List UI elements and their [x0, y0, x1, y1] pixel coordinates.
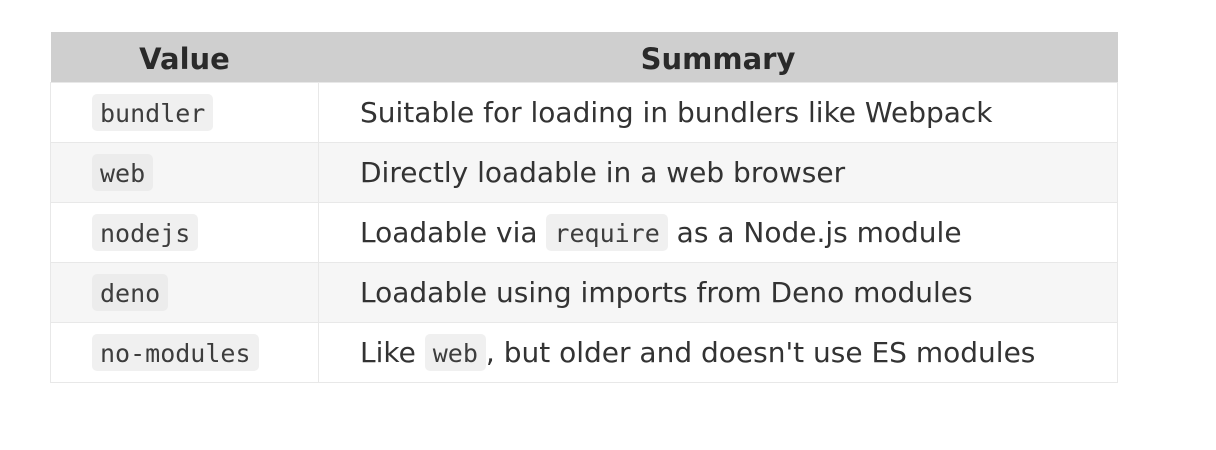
summary-cell: Loadable via require as a Node.js module: [318, 201, 1118, 263]
summary-cell: Loadable using imports from Deno modules: [318, 261, 1118, 323]
summary-column-header: Summary: [640, 41, 796, 76]
targets-table: Value Summary bundler Suitable for loadi…: [50, 32, 1118, 383]
summary-cell: Suitable for loading in bundlers like We…: [318, 81, 1118, 143]
table-row: bundler Suitable for loading in bundlers…: [50, 81, 1118, 143]
value-code: web: [92, 153, 154, 191]
value-code: bundler: [92, 93, 214, 131]
value-column-header: Value: [139, 41, 230, 76]
value-code: deno: [92, 273, 169, 311]
value-code: no-modules: [92, 333, 259, 371]
inline-code: web: [424, 333, 486, 371]
value-cell: web: [50, 141, 319, 203]
table-row: deno Loadable using imports from Deno mo…: [50, 261, 1118, 323]
value-cell: no-modules: [50, 321, 319, 383]
summary-cell: Like web, but older and doesn't use ES m…: [318, 321, 1118, 383]
summary-cell: Directly loadable in a web browser: [318, 141, 1118, 203]
summary-text: , but older and doesn't use ES modules: [485, 335, 1036, 369]
table-row: web Directly loadable in a web browser: [50, 141, 1118, 203]
summary-text: Like: [360, 335, 425, 369]
value-cell: nodejs: [50, 201, 319, 263]
value-cell: bundler: [50, 81, 319, 143]
table-row: nodejs Loadable via require as a Node.js…: [50, 201, 1118, 263]
summary-text: Loadable via: [360, 215, 547, 249]
summary-text: as a Node.js module: [667, 215, 962, 249]
summary-text: Suitable for loading in bundlers like We…: [360, 95, 993, 129]
table-row: no-modules Like web, but older and doesn…: [50, 321, 1118, 383]
targets-table-container: Value Summary bundler Suitable for loadi…: [50, 32, 1118, 383]
table-header-row: Value Summary: [50, 32, 1118, 82]
value-cell: deno: [50, 261, 319, 323]
summary-text: Loadable using imports from Deno modules: [360, 275, 973, 309]
value-code: nodejs: [92, 213, 199, 251]
inline-code: require: [546, 213, 668, 251]
summary-text: Directly loadable in a web browser: [360, 155, 846, 189]
